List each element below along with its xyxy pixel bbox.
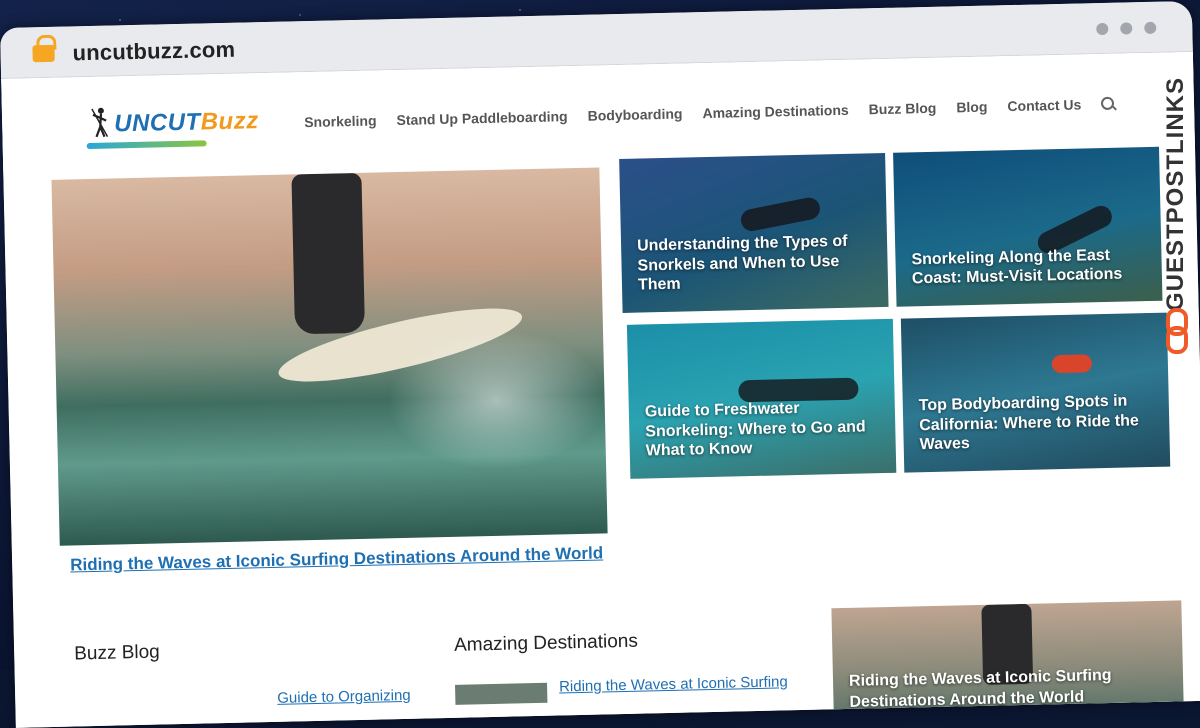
article-card-title: Guide to Freshwater Snorkeling: Where to…	[644, 400, 866, 460]
logo-text: UNCUTBuzz	[113, 107, 259, 138]
surfer-figure	[291, 172, 366, 335]
article-card-title: Top Bodyboarding Spots in California: Wh…	[918, 392, 1139, 454]
article-thumbnail[interactable]	[455, 682, 548, 705]
logo-wave	[86, 140, 207, 150]
article-card[interactable]: Snorkeling Along the East Coast: Must-Vi…	[893, 146, 1163, 307]
section-heading-amazing-destinations: Amazing Destinations	[453, 630, 639, 656]
search-icon[interactable]	[1101, 96, 1118, 111]
nav-blog[interactable]: Blog	[956, 99, 987, 116]
diver-figure	[739, 195, 822, 233]
article-card-title: Understanding the Types of Snorkels and …	[636, 233, 848, 294]
bodyboarder-figure	[1051, 354, 1093, 374]
nav-snorkeling[interactable]: Snorkeling	[304, 112, 377, 130]
article-card[interactable]: Understanding the Types of Snorkels and …	[619, 152, 889, 313]
lock-icon	[32, 34, 57, 63]
chain-link-icon	[1166, 308, 1188, 354]
window-dot[interactable]	[1096, 22, 1109, 36]
window-controls	[1096, 21, 1157, 36]
window-dot[interactable]	[1144, 21, 1157, 35]
url-text[interactable]: uncutbuzz.com	[72, 37, 235, 67]
main-nav: Snorkeling Stand Up Paddleboarding Bodyb…	[304, 96, 1118, 130]
article-card[interactable]: Guide to Freshwater Snorkeling: Where to…	[626, 318, 897, 479]
hero-title-link[interactable]: Riding the Waves at Iconic Surfing Desti…	[70, 543, 603, 575]
amazing-first-link[interactable]: Riding the Waves at Iconic Surfing	[559, 673, 788, 695]
guestpostlinks-watermark: GUESTPOSTLINKS	[1162, 60, 1190, 360]
site-logo[interactable]: UNCUTBuzz	[86, 101, 277, 150]
nav-buzz-blog[interactable]: Buzz Blog	[869, 100, 937, 118]
nav-contact-us[interactable]: Contact Us	[1007, 96, 1081, 114]
hero-image[interactable]	[51, 167, 608, 546]
window-dot[interactable]	[1120, 22, 1133, 35]
section-heading-buzz-blog: Buzz Blog	[73, 641, 160, 665]
paddler-icon	[91, 107, 109, 138]
web-page: UNCUTBuzz Snorkeling Stand Up Paddleboar…	[1, 51, 1200, 728]
buzz-blog-first-link[interactable]: Guide to Organizing	[277, 687, 411, 707]
featured-card-title: Riding the Waves at Iconic Surfing Desti…	[848, 666, 1112, 711]
nav-amazing-destinations[interactable]: Amazing Destinations	[702, 102, 849, 121]
browser-window: uncutbuzz.com UNCUTBuzz Snorkeling Stand…	[0, 0, 1200, 728]
article-card[interactable]: Top Bodyboarding Spots in California: Wh…	[900, 312, 1171, 473]
article-card-title: Snorkeling Along the East Coast: Must-Vi…	[911, 246, 1123, 288]
nav-stand-up-paddleboarding[interactable]: Stand Up Paddleboarding	[396, 108, 567, 128]
featured-card-bottom[interactable]: Riding the Waves at Iconic Surfing Desti…	[831, 600, 1185, 728]
nav-bodyboarding[interactable]: Bodyboarding	[587, 106, 682, 124]
